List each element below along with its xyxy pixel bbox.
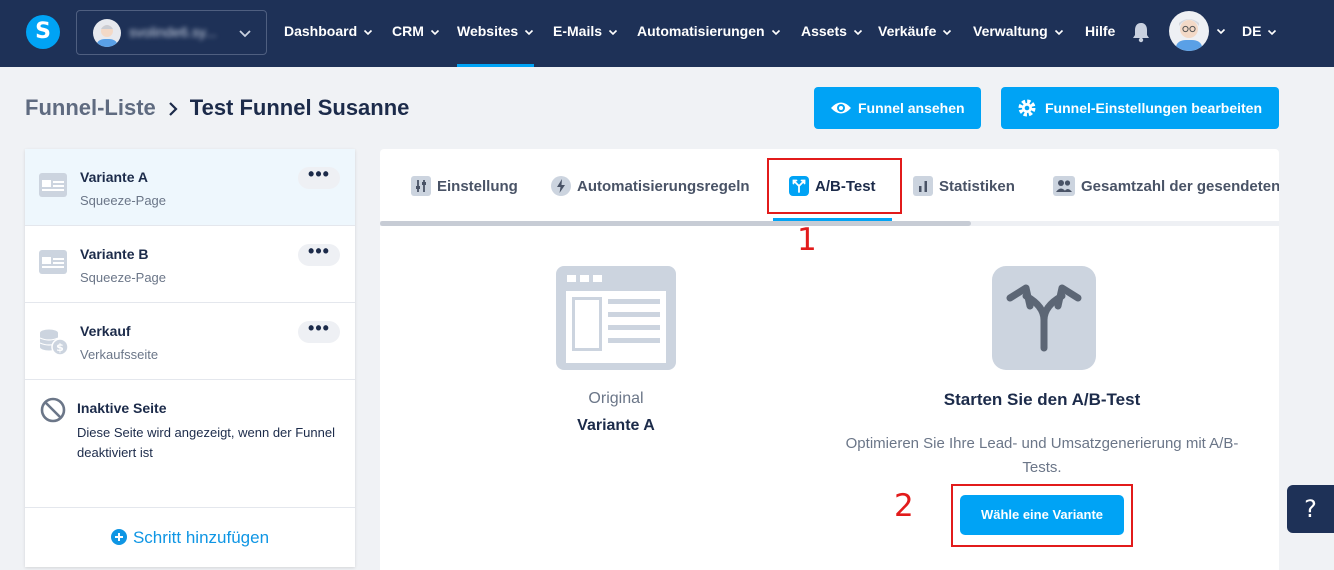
split-arrows-icon	[1006, 284, 1082, 352]
account-switcher[interactable]: svolinde6.sy...	[76, 10, 267, 55]
nav-emails[interactable]: E-Mails	[553, 0, 618, 67]
annotation-highlight-choose-button	[951, 484, 1133, 547]
nav-websites-label: Websites	[457, 23, 519, 39]
tab-scrollbar[interactable]	[380, 221, 1279, 226]
breadcrumb: Funnel-Liste Test Funnel Susanne	[25, 95, 409, 121]
top-navigation: S svolinde6.sy... Dashboard CRM Websites…	[0, 0, 1334, 67]
inactive-page-title: Inaktive Seite	[77, 400, 167, 416]
nav-assets-label: Assets	[801, 23, 847, 39]
svg-text:$: $	[56, 341, 64, 354]
nav-assets[interactable]: Assets	[801, 0, 863, 67]
nav-administration[interactable]: Verwaltung	[973, 0, 1064, 67]
step-title: Verkauf	[80, 323, 131, 339]
chevron-down-icon	[771, 30, 780, 36]
nav-automations[interactable]: Automatisierungen	[637, 0, 781, 67]
inactive-page-step[interactable]: Inaktive Seite Diese Seite wird angezeig…	[25, 380, 355, 508]
step-subtitle: Squeeze-Page	[80, 193, 167, 208]
nav-crm[interactable]: CRM	[392, 0, 440, 67]
funnel-step-variant-a[interactable]: Variante A Squeeze-Page •••	[25, 149, 355, 226]
language-selector[interactable]: DE	[1242, 0, 1277, 67]
nav-sales[interactable]: Verkäufe	[878, 0, 952, 67]
nav-help[interactable]: Hilfe	[1085, 0, 1115, 67]
tab-label: Gesamtzahl der gesendeten	[1081, 178, 1279, 195]
chevron-down-icon	[853, 30, 862, 36]
chevron-down-icon	[1268, 30, 1277, 36]
step-more-button[interactable]: •••	[298, 242, 340, 266]
step-subtitle: Squeeze-Page	[80, 270, 167, 285]
chevron-down-icon	[239, 30, 251, 38]
edit-funnel-settings-label: Funnel-Einstellungen bearbeiten	[1045, 100, 1263, 116]
lightning-icon	[551, 175, 571, 196]
tab-scrollbar-thumb[interactable]	[380, 221, 971, 226]
view-funnel-label: Funnel ansehen	[858, 100, 965, 116]
help-button[interactable]: ?	[1287, 485, 1334, 533]
page-layout-icon	[39, 250, 67, 274]
funnel-step-variant-b[interactable]: Variante B Squeeze-Page •••	[25, 226, 355, 303]
tab-label: Statistiken	[939, 178, 1015, 195]
tab-label: Einstellung	[437, 178, 518, 195]
annotation-marker-2: 2	[894, 488, 914, 524]
nav-automations-label: Automatisierungen	[637, 23, 765, 39]
tab-automation-rules[interactable]: Automatisierungsregeln	[551, 149, 750, 221]
bar-chart-icon	[913, 175, 933, 196]
users-icon	[1053, 175, 1075, 196]
chevron-right-icon	[169, 102, 178, 116]
tab-total-sent[interactable]: Gesamtzahl der gesendeten	[1053, 149, 1279, 221]
tab-label: Automatisierungsregeln	[577, 178, 750, 195]
sliders-icon	[411, 175, 431, 196]
annotation-marker-1: 1	[797, 222, 817, 258]
coins-icon: $	[39, 329, 69, 356]
chevron-down-icon	[364, 30, 373, 36]
breadcrumb-funnel-list[interactable]: Funnel-Liste	[25, 95, 156, 120]
add-step-label: Schritt hinzufügen	[132, 528, 270, 547]
chevron-down-icon[interactable]	[1216, 26, 1226, 36]
funnel-step-sale[interactable]: $ Verkauf Verkaufsseite •••	[25, 303, 355, 380]
original-label: Original	[588, 390, 644, 407]
nav-emails-label: E-Mails	[553, 23, 603, 39]
eye-icon	[831, 102, 851, 114]
chevron-down-icon	[430, 30, 439, 36]
ab-split-illustration	[992, 266, 1096, 370]
step-title: Variante B	[80, 246, 149, 262]
nav-websites[interactable]: Websites	[457, 0, 535, 67]
block-icon	[40, 397, 66, 423]
user-avatar[interactable]	[1169, 11, 1209, 51]
annotation-highlight-ab-tab	[767, 158, 902, 214]
gear-icon	[1018, 99, 1036, 117]
page-layout-icon	[39, 173, 67, 197]
plus-circle-icon	[110, 529, 127, 546]
funnel-steps-sidebar: Variante A Squeeze-Page ••• Variante B S…	[25, 149, 355, 567]
tab-statistics[interactable]: Statistiken	[913, 149, 1015, 221]
chevron-down-icon	[525, 30, 534, 36]
nav-dashboard-label: Dashboard	[284, 23, 358, 39]
chevron-down-icon	[608, 30, 618, 36]
nav-crm-label: CRM	[392, 23, 424, 39]
ab-test-description: Optimieren Sie Ihre Lead- und Umsatzgene…	[845, 435, 1239, 476]
app-logo[interactable]: S	[26, 15, 60, 49]
original-variant-name: Variante A	[577, 417, 655, 434]
step-title: Variante A	[80, 169, 148, 185]
nav-sales-label: Verkäufe	[878, 23, 937, 39]
nav-dashboard[interactable]: Dashboard	[284, 0, 373, 67]
step-more-button[interactable]: •••	[298, 165, 340, 189]
edit-funnel-settings-button[interactable]: Funnel-Einstellungen bearbeiten	[1001, 87, 1279, 129]
chevron-down-icon	[1054, 30, 1063, 36]
ab-test-title: Starten Sie den A/B-Test	[943, 390, 1141, 409]
step-more-button[interactable]: •••	[298, 319, 340, 343]
tab-settings[interactable]: Einstellung	[411, 149, 518, 221]
page-layout-icon	[556, 266, 676, 370]
page-title: Test Funnel Susanne	[189, 95, 410, 120]
bell-icon[interactable]	[1131, 21, 1151, 43]
language-label: DE	[1242, 23, 1262, 39]
inactive-page-description: Diese Seite wird angezeigt, wenn der Fun…	[77, 425, 335, 460]
chevron-down-icon	[943, 30, 952, 36]
step-subtitle: Verkaufsseite	[80, 347, 159, 362]
add-step-button[interactable]: Schritt hinzufügen	[25, 508, 355, 567]
account-avatar	[93, 19, 121, 47]
view-funnel-button[interactable]: Funnel ansehen	[814, 87, 981, 129]
nav-administration-label: Verwaltung	[973, 23, 1048, 39]
